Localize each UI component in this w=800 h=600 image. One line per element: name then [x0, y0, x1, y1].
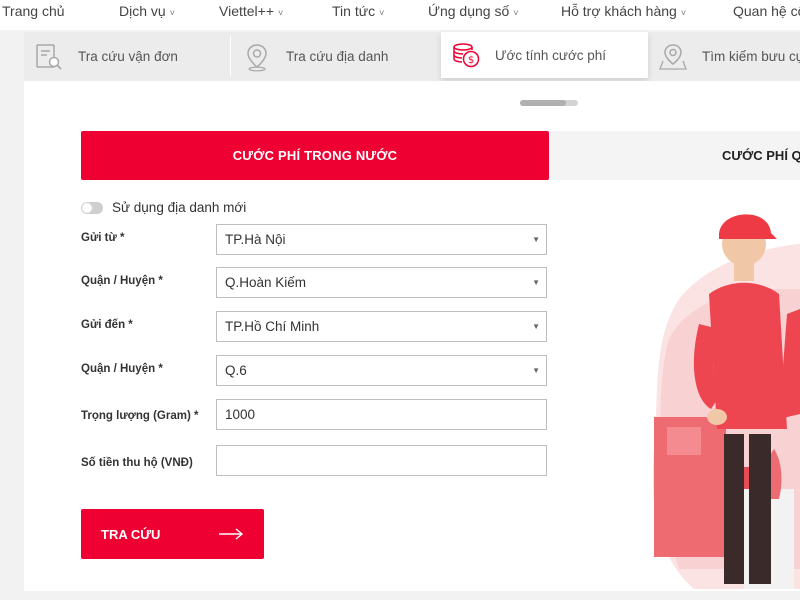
nav-item-news[interactable]: Tin tức ˅ [332, 3, 384, 19]
new-place-names-toggle-row: Sử dụng địa danh mới [81, 200, 246, 215]
toggle-label: Sử dụng địa danh mới [112, 200, 247, 215]
search-button[interactable]: TRA CỨU [81, 509, 264, 559]
to-province-label: Gửi đến * [81, 319, 133, 331]
tab-label: Tìm kiếm bưu cục [702, 49, 800, 64]
tab-find-post-office[interactable]: Tìm kiếm bưu cục [658, 32, 800, 81]
tab-track-shipment[interactable]: Tra cứu vận đơn [34, 32, 230, 81]
to-province-select[interactable]: TP.Hồ Chí Minh ▼ [216, 311, 547, 342]
to-district-label: Quận / Huyện * [81, 363, 163, 375]
nav-item-label: Trang chủ [2, 3, 65, 19]
search-document-icon [36, 43, 62, 70]
fee-estimate-panel: CƯỚC PHÍ TRONG NƯỚC CƯỚC PHÍ QUỐC TẾ Sử … [24, 81, 800, 591]
delivery-person-illustration [652, 214, 800, 589]
weight-input[interactable] [216, 399, 547, 430]
toggle-knob [82, 202, 92, 213]
tab-lookup-place[interactable]: Tra cứu địa danh [242, 32, 440, 81]
from-district-select[interactable]: Q.Hoàn Kiếm ▼ [216, 267, 547, 298]
to-district-value: Q.6 [225, 363, 247, 378]
domestic-fee-tab[interactable]: CƯỚC PHÍ TRONG NƯỚC [81, 131, 549, 180]
from-province-value: TP.Hà Nội [225, 232, 286, 247]
chevron-down-icon: ˅ [169, 8, 175, 18]
dropdown-caret-icon: ▼ [532, 366, 540, 375]
nav-item-support[interactable]: Hỗ trợ khách hàng ˅ [561, 3, 686, 19]
from-district-label: Quận / Huyện * [81, 275, 163, 287]
nav-item-label: Viettel++ [219, 3, 275, 19]
dropdown-caret-icon: ▼ [532, 235, 540, 244]
search-button-label: TRA CỨU [101, 526, 161, 542]
tab-label: Tra cứu vận đơn [78, 49, 178, 64]
nav-item-digital-apps[interactable]: Ứng dụng số ˅ [428, 3, 519, 19]
tab-divider [230, 36, 231, 76]
nav-item-viettel-plus[interactable]: Viettel++ ˅ [219, 3, 283, 19]
to-district-select[interactable]: Q.6 ▼ [216, 355, 547, 386]
chevron-down-icon: ˅ [278, 8, 284, 18]
chevron-down-icon: ˅ [513, 8, 519, 18]
coins-icon: $ [453, 43, 480, 68]
new-place-names-toggle[interactable] [81, 201, 103, 214]
arrow-right-icon [219, 528, 244, 540]
from-province-select[interactable]: TP.Hà Nội ▼ [216, 224, 547, 255]
nav-item-investor-relations[interactable]: Quan hệ cổ [733, 3, 800, 19]
location-pin-icon [247, 43, 267, 71]
nav-item-label: Hỗ trợ khách hàng [561, 3, 677, 19]
dropdown-caret-icon: ▼ [532, 322, 540, 331]
carousel-indicator[interactable] [520, 100, 578, 106]
carousel-indicator-thumb [520, 100, 566, 106]
international-fee-tab[interactable]: CƯỚC PHÍ QUỐC TẾ [549, 131, 800, 180]
chevron-down-icon: ˅ [680, 8, 687, 18]
tab-label: Ước tính cước phí [495, 47, 607, 63]
chevron-down-icon: ˅ [379, 8, 385, 18]
map-pin-icon [659, 43, 687, 70]
tab-estimate-fee[interactable]: $ Ước tính cước phí [441, 32, 648, 78]
dropdown-caret-icon: ▼ [532, 278, 540, 287]
top-navigation: Trang chủ Dịch vụ ˅ Viettel++ ˅ Tin tức ˅ Ứ… [0, 0, 800, 30]
nav-item-label: Ứng dụng số [428, 3, 510, 19]
nav-item-label: Dịch vụ [119, 3, 166, 19]
nav-item-label: Quan hệ cổ [733, 3, 800, 19]
svg-text:$: $ [468, 55, 474, 66]
tab-label: Tra cứu địa danh [286, 49, 389, 64]
from-district-value: Q.Hoàn Kiếm [225, 275, 307, 290]
cod-amount-input[interactable] [216, 445, 547, 476]
nav-item-label: Tin tức [332, 3, 376, 19]
nav-item-home[interactable]: Trang chủ [2, 3, 65, 19]
to-province-value: TP.Hồ Chí Minh [225, 319, 320, 334]
cod-amount-label: Số tiền thu hộ (VNĐ) [81, 457, 193, 469]
nav-item-services[interactable]: Dịch vụ ˅ [119, 3, 175, 19]
from-province-label: Gửi từ * [81, 232, 125, 244]
weight-label: Trọng lượng (Gram) * [81, 410, 199, 422]
lookup-tabs: Tra cứu vận đơn Tra cứu địa danh $ Ước t… [24, 32, 800, 81]
